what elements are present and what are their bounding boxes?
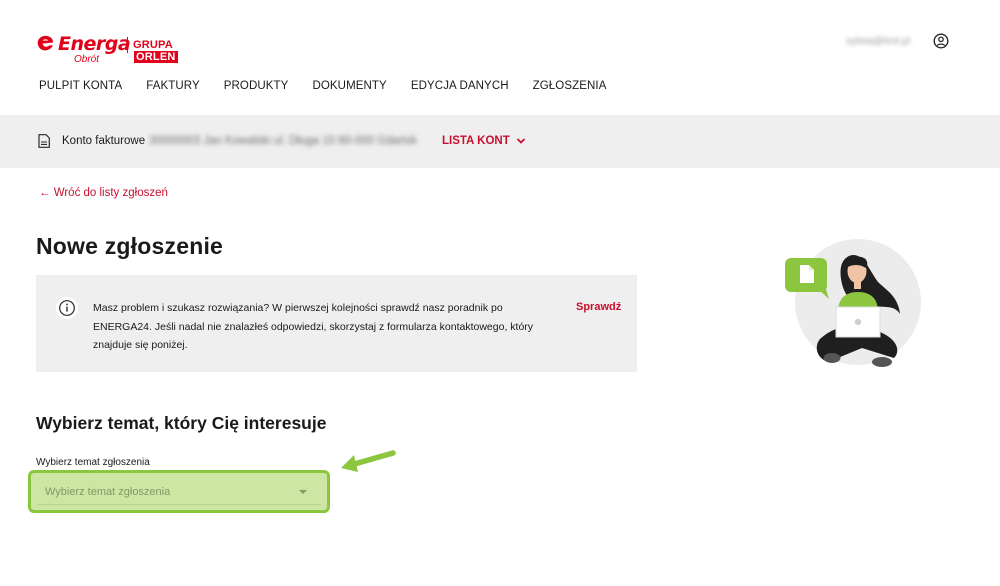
nav-item-faktury[interactable]: FAKTURY xyxy=(146,80,200,92)
back-to-list-link[interactable]: ← Wróć do listy zgłoszeń xyxy=(39,187,168,199)
info-box: Masz problem i szukasz rozwiązania? W pi… xyxy=(36,275,637,372)
info-icon xyxy=(56,297,78,319)
nav-item-zgloszenia[interactable]: ZGŁOSZENIA xyxy=(533,80,607,92)
logo-group-brand: ORLEN xyxy=(134,51,178,63)
topic-select-placeholder: Wybierz temat zgłoszenia xyxy=(45,486,171,498)
account-bar: Konto fakturowe 30000003 Jan Kowalski ul… xyxy=(0,115,1000,168)
account-list-link[interactable]: LISTA KONT xyxy=(442,135,526,147)
header: Energa Obrót GRUPAORLEN sylwia@test.pl P… xyxy=(0,0,1000,115)
info-text: Masz problem i szukasz rozwiązania? W pi… xyxy=(93,302,534,351)
nav-item-produkty[interactable]: PRODUKTY xyxy=(224,80,289,92)
logo-sub: Obrót xyxy=(74,54,100,65)
check-guide-link[interactable]: Sprawdź xyxy=(576,301,621,313)
user-email: sylwia@test.pl xyxy=(846,36,911,47)
topic-select-highlight: Wybierz temat zgłoszenia xyxy=(28,470,330,513)
nav-item-edycja-danych[interactable]: EDYCJA DANYCH xyxy=(411,80,509,92)
support-person-illustration xyxy=(785,239,921,367)
logo-group-text: GRUPA xyxy=(133,39,173,51)
user-circle-icon[interactable] xyxy=(933,33,949,49)
main-nav: PULPIT KONTA FAKTURY PRODUKTY DOKUMENTY … xyxy=(39,80,631,92)
account-label: Konto fakturowe xyxy=(62,135,146,147)
energa-logo[interactable]: Energa Obrót GRUPAORLEN xyxy=(36,33,216,69)
logo-group: GRUPAORLEN xyxy=(133,39,216,63)
page-title: Nowe zgłoszenie xyxy=(36,233,224,259)
logo-separator xyxy=(127,37,128,53)
topic-section-title: Wybierz temat, który Cię interesuje xyxy=(36,413,327,433)
caret-down-icon xyxy=(299,490,307,494)
document-icon xyxy=(38,134,50,148)
topic-select[interactable]: Wybierz temat zgłoszenia xyxy=(37,478,321,505)
logo-brand-text: Energa xyxy=(58,33,131,55)
energa-logo-mark-icon xyxy=(37,35,54,51)
nav-item-dokumenty[interactable]: DOKUMENTY xyxy=(312,80,386,92)
chevron-down-icon xyxy=(516,138,526,144)
account-detail: 30000003 Jan Kowalski ul. Długa 10 80-00… xyxy=(149,135,417,147)
account-list-label: LISTA KONT xyxy=(442,135,510,147)
topic-field-label: Wybierz temat zgłoszenia xyxy=(36,457,150,468)
annotation-arrow-icon xyxy=(341,450,396,472)
nav-item-pulpit-konta[interactable]: PULPIT KONTA xyxy=(39,80,122,92)
